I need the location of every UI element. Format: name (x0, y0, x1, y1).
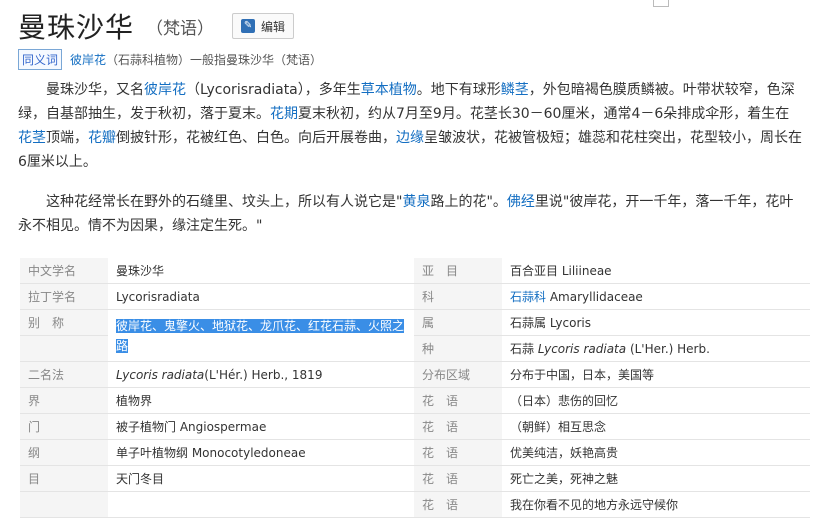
link-huaban[interactable]: 花瓣 (88, 130, 116, 146)
page-subtitle: （梵语） (146, 18, 215, 39)
synonym-text: （石蒜科植物）一般指曼珠沙华（梵语） (106, 53, 323, 67)
field-value: 石蒜 Lycoris radiata (L'Her.) Herb. (502, 335, 810, 362)
field-value: Lycorisradiata (108, 283, 414, 310)
selected-alias-text[interactable]: 彼岸花、鬼擎火、地狱花、龙爪花、红花石蒜、火照之路 (116, 318, 405, 353)
field-value: 曼珠沙华 (108, 258, 414, 284)
text: 。地下有球形 (416, 82, 501, 98)
text: 石蒜 (510, 342, 538, 356)
link-fojing[interactable]: 佛经 (507, 194, 535, 210)
text: 倒披针形，花被红色、白色。向后开展卷曲， (116, 130, 396, 146)
field-value: 死亡之美，死神之魅 (502, 465, 810, 492)
field-label (20, 335, 108, 362)
field-label: 亚 目 (414, 258, 502, 284)
text: 路上的花"。 (430, 194, 507, 210)
text: 曼珠沙华，又名 (46, 82, 144, 98)
field-label: 门 (20, 413, 108, 440)
link-linjing[interactable]: 鳞茎 (501, 82, 529, 98)
info-table: 中文学名 曼珠沙华 亚 目 百合亚目 Liliineae 拉丁学名 Lycori… (20, 258, 810, 518)
field-label: 目 (20, 465, 108, 492)
field-label: 花 语 (414, 491, 502, 518)
text: Amaryllidaceae (546, 290, 643, 304)
table-row: 纲 单子叶植物纲 Monocotyledoneae 花 语 优美纯洁，妖艳高贵 (20, 439, 810, 466)
synonym-bar: 同义词 彼岸花 （石蒜科植物）一般指曼珠沙华（梵语） (18, 49, 322, 70)
field-label: 属 (414, 309, 502, 336)
table-row: 二名法 Lycoris radiata(L'Hér.) Herb., 1819 … (20, 361, 810, 388)
table-row: 界 植物界 花 语 （日本）悲伤的回忆 (20, 387, 810, 414)
family-link[interactable]: 石蒜科 (510, 290, 546, 304)
field-label: 纲 (20, 439, 108, 466)
field-value: 我在你看不见的地方永远守候你 (502, 491, 810, 518)
field-value: 天门冬目 (108, 465, 414, 492)
link-huangquan[interactable]: 黄泉 (402, 194, 430, 210)
table-row: 别 称 彼岸花、鬼擎火、地狱花、龙爪花、红花石蒜、火照之路 属 石蒜属 Lyco… (20, 309, 810, 362)
text: 顶端， (46, 130, 88, 146)
synonym-tag: 同义词 (18, 49, 63, 70)
field-label: 拉丁学名 (20, 283, 108, 310)
field-label: 二名法 (20, 361, 108, 388)
legend-paragraph: 这种花经常长在野外的石缝里、坟头上，所以有人说它是"黄泉路上的花"。佛经里说"彼… (18, 190, 802, 238)
edit-button[interactable]: ✎ 编辑 (232, 13, 295, 39)
link-bianyuan[interactable]: 边缘 (396, 130, 424, 146)
table-row: 目 天门冬目 花 语 死亡之美，死神之魅 (20, 465, 810, 492)
link-bianhua[interactable]: 彼岸花 (144, 82, 186, 98)
table-row: 中文学名 曼珠沙华 亚 目 百合亚目 Liliineae (20, 258, 810, 284)
synonym-link[interactable]: 彼岸花 (70, 51, 106, 68)
link-caoben[interactable]: 草本植物 (361, 82, 417, 98)
field-value: 优美纯洁，妖艳高贵 (502, 439, 810, 466)
field-label: 科 (414, 283, 502, 310)
field-label (20, 491, 108, 518)
field-label: 种 (414, 335, 502, 362)
table-row: 拉丁学名 Lycorisradiata 科 石蒜科 Amaryllidaceae (20, 283, 810, 310)
field-label: 分布区域 (414, 361, 502, 388)
field-label: 花 语 (414, 413, 502, 440)
field-value: 分布于中国，日本，美国等 (502, 361, 810, 388)
table-row: 花 语 我在你看不见的地方永远守候你 (20, 491, 810, 518)
text: （Lycorisradiata），多年生 (186, 82, 361, 98)
text: (L'Her.) Herb. (626, 342, 710, 356)
field-label: 中文学名 (20, 258, 108, 284)
field-label: 花 语 (414, 439, 502, 466)
page-title: 曼珠沙华 (18, 11, 135, 44)
link-huajing[interactable]: 花茎 (18, 130, 46, 146)
field-value: 被子植物门 Angiospermae (108, 413, 414, 440)
field-label: 花 语 (414, 387, 502, 414)
field-value (108, 491, 414, 518)
field-value: （日本）悲伤的回忆 (502, 387, 810, 414)
field-value: 石蒜科 Amaryllidaceae (502, 283, 810, 310)
dropdown-icon[interactable] (653, 0, 669, 7)
field-value: 植物界 (108, 387, 414, 414)
edit-label: 编辑 (261, 19, 286, 34)
text: 夏末秋初，约从7月至9月。花茎长30－60厘米，通常4－6朵排成伞形，着生在 (298, 106, 790, 122)
field-value: Lycoris radiata(L'Hér.) Herb., 1819 (108, 361, 414, 388)
entry-header: 曼珠沙华 （梵语） ✎ 编辑 (18, 6, 295, 46)
field-label: 花 语 (414, 465, 502, 492)
field-value: 彼岸花、鬼擎火、地狱花、龙爪花、红花石蒜、火照之路 (108, 309, 414, 362)
field-label: 界 (20, 387, 108, 414)
text: Lycoris radiata (116, 367, 205, 382)
field-value: 单子叶植物纲 Monocotyledoneae (108, 439, 414, 466)
field-label: 别 称 (20, 309, 108, 336)
field-value: 百合亚目 Liliineae (502, 258, 810, 284)
text: 这种花经常长在野外的石缝里、坟头上，所以有人说它是" (46, 194, 403, 210)
pencil-icon: ✎ (241, 19, 256, 33)
text: (L'Hér.) Herb., 1819 (204, 367, 323, 382)
field-value: （朝鲜）相互思念 (502, 413, 810, 440)
text: Lycoris radiata (537, 342, 627, 356)
link-huaqi[interactable]: 花期 (270, 106, 298, 122)
intro-paragraph: 曼珠沙华，又名彼岸花（Lycorisradiata），多年生草本植物。地下有球形… (18, 78, 802, 174)
field-value: 石蒜属 Lycoris (502, 309, 810, 336)
table-row: 门 被子植物门 Angiospermae 花 语 （朝鲜）相互思念 (20, 413, 810, 440)
